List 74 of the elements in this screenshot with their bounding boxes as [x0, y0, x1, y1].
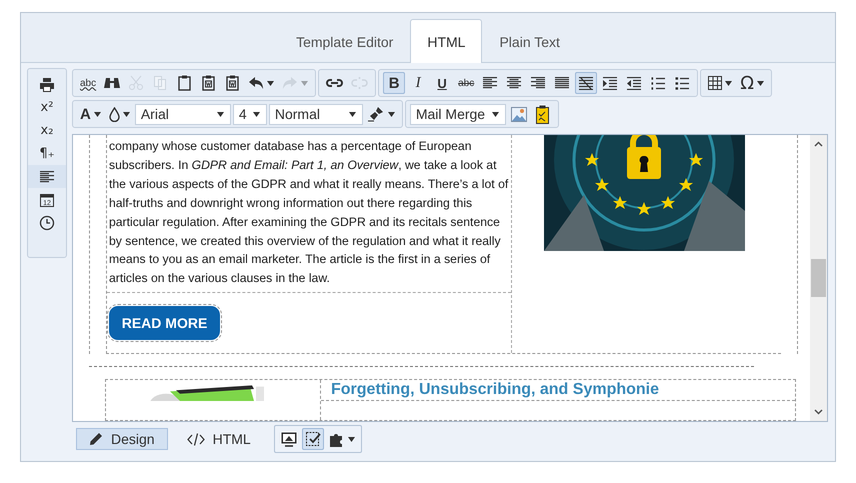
toolbar-button[interactable]: x² — [28, 96, 66, 119]
caret-icon — [725, 80, 732, 86]
align-icon — [531, 77, 546, 89]
tab[interactable]: Template Editor — [279, 19, 410, 63]
clock-icon — [39, 214, 55, 230]
dropdown[interactable]: Mail Merge — [410, 104, 506, 124]
align-icon — [40, 170, 54, 182]
dropdown[interactable]: 4 — [232, 104, 267, 124]
clipboard-document-icon — [202, 75, 215, 91]
align-icon — [507, 77, 522, 89]
drop-icon — [108, 106, 120, 122]
clipboard-check-icon — [536, 104, 550, 124]
bold-button[interactable]: B — [383, 72, 406, 94]
indent-icon — [603, 76, 618, 90]
read-more-button[interactable]: READ MORE — [109, 306, 220, 340]
view-mode-tab[interactable]: HTML — [174, 428, 264, 450]
clear-format-button[interactable] — [575, 72, 598, 94]
spellcheck-button[interactable]: abc — [77, 72, 100, 94]
redo-icon — [282, 76, 298, 90]
undo-icon — [248, 76, 264, 90]
clear-formatting-icon — [579, 76, 594, 90]
scissors-icon — [128, 75, 144, 91]
caret-icon — [216, 112, 224, 116]
align-icon — [483, 77, 498, 89]
caret-icon — [267, 80, 274, 86]
strikethrough-button[interactable]: abc — [455, 72, 478, 94]
checked-document-icon — [304, 431, 321, 447]
underline-button[interactable]: U — [431, 72, 454, 94]
image-icon — [510, 106, 527, 122]
view-mode-tab[interactable]: Design — [76, 428, 168, 450]
clipboard-icon — [178, 75, 191, 91]
dropdown[interactable]: Arial — [134, 104, 231, 124]
caret-icon — [757, 80, 764, 86]
align-left-button[interactable] — [28, 165, 66, 188]
paint-brush-icon — [368, 106, 385, 122]
article-paragraph: company whose customer database has a percentage of European subscribers. In GDPR and Email: Part 1, an Overview, we take a look at the various aspects of the GDPR and what it really means. There’s a lot of half-truths and downright wrong information out there regarding this particular regulation. After examining the GDPR and its recitals sentence by sentence, we created this overview of the regulation and what it really means to you as an email marketer. The article is the first in a series of articles on the various clauses in the law. — [107, 135, 511, 294]
align-icon — [555, 77, 570, 89]
caret-icon — [301, 80, 308, 86]
font-color-button[interactable]: A — [77, 103, 104, 125]
link-icon — [326, 77, 344, 89]
tab[interactable]: HTML — [410, 19, 482, 63]
caret-icon — [348, 436, 355, 442]
toolbar-button[interactable]: x₂ — [28, 119, 66, 142]
pencil-icon — [89, 432, 103, 446]
scrollbar-thumb[interactable] — [811, 259, 826, 297]
scroll-up-icon[interactable] — [814, 141, 823, 147]
caret-icon — [122, 112, 130, 116]
scrollbar[interactable] — [810, 135, 827, 421]
scroll-down-icon[interactable] — [814, 409, 823, 415]
article-heading: Forgetting, Unsubscribing, and Symphonie — [321, 380, 795, 402]
toolbar-button[interactable]: ¶₊ — [28, 142, 66, 165]
code-icon — [186, 432, 205, 446]
check-button[interactable] — [302, 428, 324, 450]
caret-icon — [492, 112, 499, 116]
bullet-list-icon — [675, 76, 690, 90]
copy-icon — [153, 75, 168, 91]
monitor-icon — [280, 432, 297, 446]
unlink-icon — [351, 77, 368, 89]
caret-icon — [94, 112, 101, 116]
editor-area[interactable] — [72, 134, 828, 422]
printer-icon — [39, 76, 55, 92]
outdent-icon — [627, 76, 642, 90]
puzzle-icon — [328, 431, 345, 447]
dropdown[interactable]: Normal — [268, 104, 363, 124]
toolbar-button[interactable]: Ω — [737, 72, 768, 94]
clipboard-document-icon — [226, 75, 239, 91]
caret-icon — [348, 112, 356, 116]
italic-button[interactable]: I — [407, 72, 430, 94]
tab[interactable]: Plain Text — [482, 19, 577, 63]
binoculars-icon — [104, 76, 120, 90]
numbered-list-icon — [651, 76, 666, 90]
caret-icon — [388, 112, 395, 116]
caret-icon — [252, 112, 260, 116]
table-icon — [708, 76, 722, 90]
